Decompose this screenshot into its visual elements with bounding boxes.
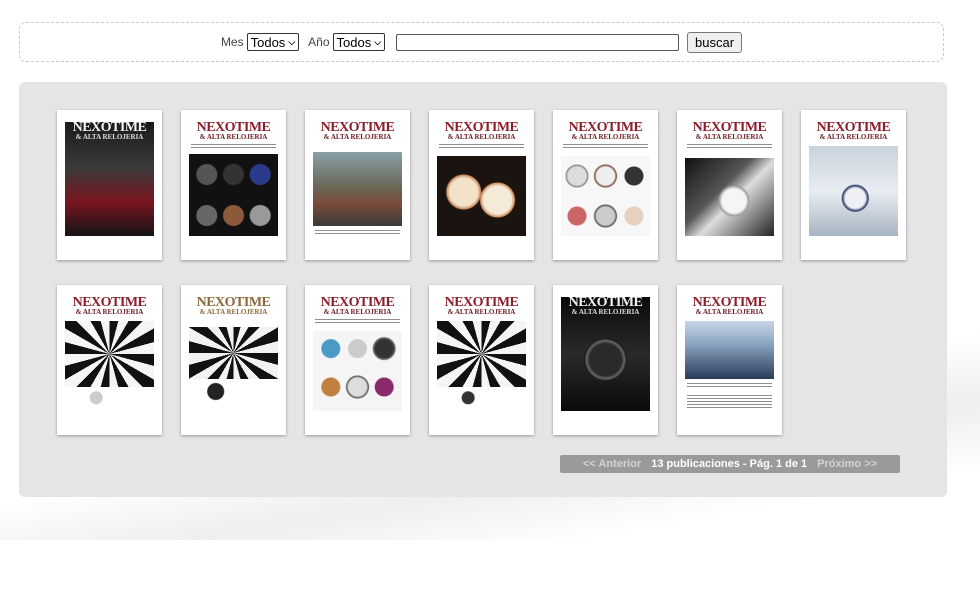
pagination-next-link[interactable]: Próximo >> xyxy=(817,458,877,470)
cover-headline xyxy=(315,230,400,236)
cover-headline xyxy=(315,319,400,325)
year-label: Año xyxy=(308,35,330,49)
cover-footer xyxy=(437,389,526,411)
cover-masthead: NEXOTIME & ALTA RELOJERIA xyxy=(72,295,147,316)
search-button[interactable]: buscar xyxy=(687,31,743,53)
pagination-bar: << Anterior 13 publicaciones - Pág. 1 de… xyxy=(560,455,900,473)
publication-cover[interactable]: NEXOTIME & ALTA RELOJERIA xyxy=(553,110,658,260)
cover-headline xyxy=(191,144,276,150)
publications-panel: NEXOTIME & ALTA RELOJERIA NEXOTIME & ALTA … xyxy=(19,82,947,497)
cover-footer xyxy=(65,389,154,411)
cover-footer xyxy=(189,381,278,411)
cover-masthead: NEXOTIME & ALTA RELOJERIA xyxy=(444,295,519,316)
pagination-status: 13 publicaciones - Pág. 1 de 1 xyxy=(651,458,808,470)
cover-image xyxy=(65,321,154,387)
chevron-down-icon: ⌵ xyxy=(374,36,382,47)
publication-cover[interactable]: NEXOTIME & ALTA RELOJERIA xyxy=(57,110,162,260)
cover-masthead: NEXOTIME & ALTA RELOJERIA xyxy=(320,120,395,141)
cover-body-text xyxy=(687,395,772,409)
cover-masthead: NEXOTIME & ALTA RELOJERIA xyxy=(692,295,767,316)
cover-image xyxy=(809,146,898,236)
month-select[interactable]: Todos ⌵ xyxy=(246,33,300,51)
cover-masthead: NEXOTIME & ALTA RELOJERIA xyxy=(196,120,271,141)
cover-image xyxy=(313,152,402,226)
cover-image xyxy=(561,156,650,236)
cover-headline xyxy=(439,144,524,150)
publication-cover[interactable]: NEXOTIME & ALTA RELOJERIA xyxy=(677,285,782,435)
cover-masthead: NEXOTIME & ALTA RELOJERIA xyxy=(692,120,767,141)
publication-cover[interactable]: NEXOTIME & ALTA RELOJERIA xyxy=(801,110,906,260)
cover-image xyxy=(437,321,526,387)
cover-masthead: NEXOTIME & ALTA RELOJERIA xyxy=(568,295,643,316)
pagination-prev-link[interactable]: << Anterior xyxy=(583,458,641,470)
cover-image xyxy=(685,158,774,236)
publication-cover[interactable]: NEXOTIME & ALTA RELOJERIA xyxy=(429,285,534,435)
search-input[interactable] xyxy=(396,33,680,51)
publication-cover[interactable]: NEXOTIME & ALTA RELOJERIA xyxy=(181,110,286,260)
cover-image xyxy=(189,154,278,236)
cover-masthead: NEXOTIME & ALTA RELOJERIA xyxy=(568,120,643,141)
publication-cover[interactable]: NEXOTIME & ALTA RELOJERIA xyxy=(181,285,286,435)
publication-cover[interactable]: NEXOTIME & ALTA RELOJERIA xyxy=(553,285,658,435)
cover-headline xyxy=(563,144,648,150)
year-select-value: Todos xyxy=(336,34,372,50)
cover-masthead: NEXOTIME & ALTA RELOJERIA xyxy=(196,295,271,316)
cover-image xyxy=(313,331,402,411)
month-label: Mes xyxy=(220,35,244,49)
year-select[interactable]: Todos ⌵ xyxy=(332,33,386,51)
cover-image xyxy=(685,321,774,379)
filter-bar: Mes Todos ⌵ Año Todos ⌵ buscar xyxy=(19,22,944,62)
cover-image xyxy=(189,327,278,379)
cover-headline xyxy=(687,144,772,150)
cover-image xyxy=(437,156,526,236)
publication-cover[interactable]: NEXOTIME & ALTA RELOJERIA xyxy=(677,110,782,260)
cover-masthead: NEXOTIME & ALTA RELOJERIA xyxy=(320,295,395,316)
chevron-down-icon: ⌵ xyxy=(288,36,296,47)
cover-headline xyxy=(687,383,772,389)
cover-masthead: NEXOTIME & ALTA RELOJERIA xyxy=(444,120,519,141)
publication-cover[interactable]: NEXOTIME & ALTA RELOJERIA xyxy=(57,285,162,435)
month-select-value: Todos xyxy=(250,34,286,50)
publication-cover[interactable]: NEXOTIME & ALTA RELOJERIA xyxy=(429,110,534,260)
cover-masthead: NEXOTIME & ALTA RELOJERIA xyxy=(816,120,891,141)
publication-cover[interactable]: NEXOTIME & ALTA RELOJERIA xyxy=(305,285,410,435)
publication-cover[interactable]: NEXOTIME & ALTA RELOJERIA xyxy=(305,110,410,260)
cover-masthead: NEXOTIME & ALTA RELOJERIA xyxy=(72,120,147,141)
